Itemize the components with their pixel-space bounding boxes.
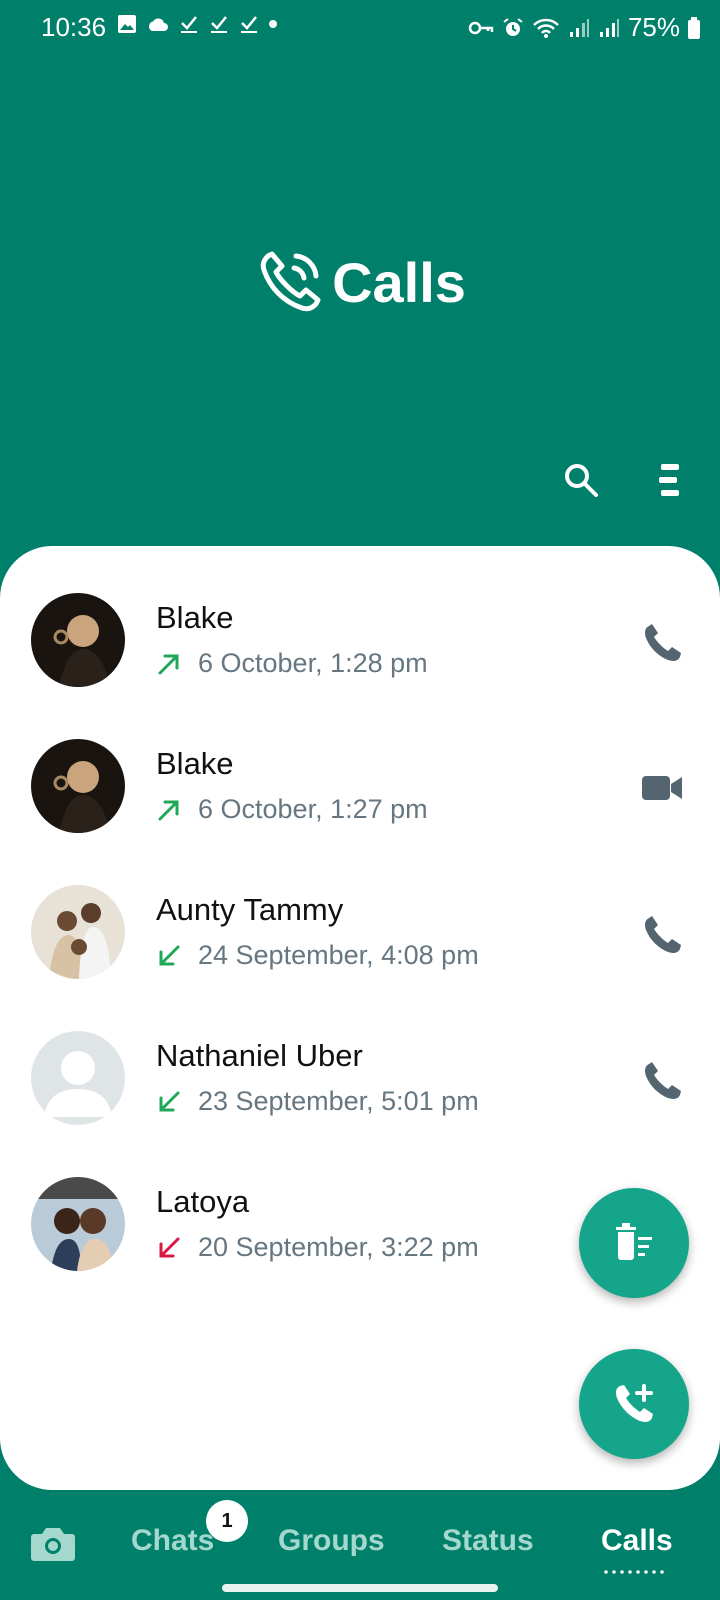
avatar[interactable] (31, 885, 125, 979)
video-call-button[interactable] (640, 766, 684, 810)
check-icon (211, 16, 227, 33)
call-meta: 20 September, 3:22 pm (156, 1232, 479, 1263)
tab-groups[interactable]: Groups (278, 1524, 385, 1558)
add-call-icon (616, 1384, 653, 1422)
call-timestamp: 24 September, 4:08 pm (198, 940, 479, 970)
clear-call-log-button[interactable] (579, 1188, 689, 1298)
gallery-icon (118, 15, 136, 33)
avatar[interactable] (31, 1177, 125, 1271)
call-timestamp: 23 September, 5:01 pm (198, 1086, 479, 1116)
active-tab-indicator (602, 1570, 666, 1574)
call-timestamp: 20 September, 3:22 pm (198, 1232, 479, 1262)
check-icon (241, 16, 257, 33)
search-button[interactable] (551, 450, 611, 510)
menu-icon (659, 464, 679, 496)
missed-call-icon (159, 1237, 180, 1257)
call-row[interactable]: Aunty Tammy 24 September, 4:08 pm (0, 838, 720, 986)
new-call-button[interactable] (579, 1349, 689, 1459)
call-meta: 6 October, 1:27 pm (156, 794, 428, 825)
contact-name: Blake (156, 600, 234, 635)
avatar[interactable] (31, 1031, 125, 1125)
status-bar: 10:36 75% (0, 0, 720, 54)
voice-call-button[interactable] (640, 912, 684, 956)
camera-icon (31, 1528, 75, 1561)
call-timestamp: 6 October, 1:28 pm (198, 648, 428, 678)
call-row[interactable]: Nathaniel Uber 23 September, 5:01 pm (0, 984, 720, 1132)
vpn-key-icon (468, 21, 494, 34)
page-header: Calls (0, 246, 720, 318)
phone-icon (645, 916, 681, 953)
battery-icon (688, 16, 700, 39)
camera-button[interactable] (30, 1524, 76, 1567)
tab-status[interactable]: Status (442, 1524, 534, 1558)
contact-name: Latoya (156, 1184, 250, 1219)
call-meta: 6 October, 1:28 pm (156, 648, 428, 679)
system-icons: 75% (468, 12, 700, 43)
call-row[interactable]: Blake 6 October, 1:27 pm (0, 692, 720, 840)
call-timestamp: 6 October, 1:27 pm (198, 794, 428, 824)
call-meta: 23 September, 5:01 pm (156, 1086, 479, 1117)
search-icon (565, 464, 598, 497)
status-time: 10:36 (41, 12, 107, 42)
calls-list: Blake 6 October, 1:28 pm Blake 6 October, 1… (0, 546, 720, 1490)
delete-list-icon (616, 1223, 652, 1260)
tab-chats[interactable]: Chats (131, 1524, 214, 1558)
wifi-icon (533, 18, 559, 38)
notification-icons (117, 14, 277, 34)
unread-badge: 1 (206, 1500, 248, 1542)
incoming-call-icon (159, 945, 180, 965)
alarm-icon (503, 17, 523, 36)
page-title: Calls (332, 250, 466, 314)
contact-name: Aunty Tammy (156, 892, 344, 927)
calls-logo-icon (260, 251, 321, 312)
outgoing-call-icon (158, 800, 179, 820)
incoming-call-icon (159, 1091, 180, 1111)
avatar[interactable] (31, 739, 125, 833)
video-camera-icon (642, 776, 682, 800)
home-indicator[interactable] (222, 1584, 498, 1592)
contact-name: Blake (156, 746, 234, 781)
outgoing-call-icon (158, 654, 179, 674)
signal-icon (599, 18, 619, 37)
more-notifications-dot (269, 20, 277, 28)
voice-call-button[interactable] (640, 620, 684, 664)
tab-calls[interactable]: Calls (601, 1524, 673, 1558)
battery-percent: 75% (627, 12, 680, 42)
cloud-icon (148, 18, 168, 31)
more-options-button[interactable] (640, 450, 700, 510)
voice-call-button[interactable] (640, 1058, 684, 1102)
call-meta: 24 September, 4:08 pm (156, 940, 479, 971)
signal-icon (569, 18, 589, 37)
check-icon (181, 16, 197, 33)
contact-name: Nathaniel Uber (156, 1038, 363, 1073)
call-row[interactable]: Blake 6 October, 1:28 pm (0, 546, 720, 694)
phone-icon (645, 624, 681, 661)
avatar[interactable] (31, 593, 125, 687)
phone-icon (645, 1062, 681, 1099)
